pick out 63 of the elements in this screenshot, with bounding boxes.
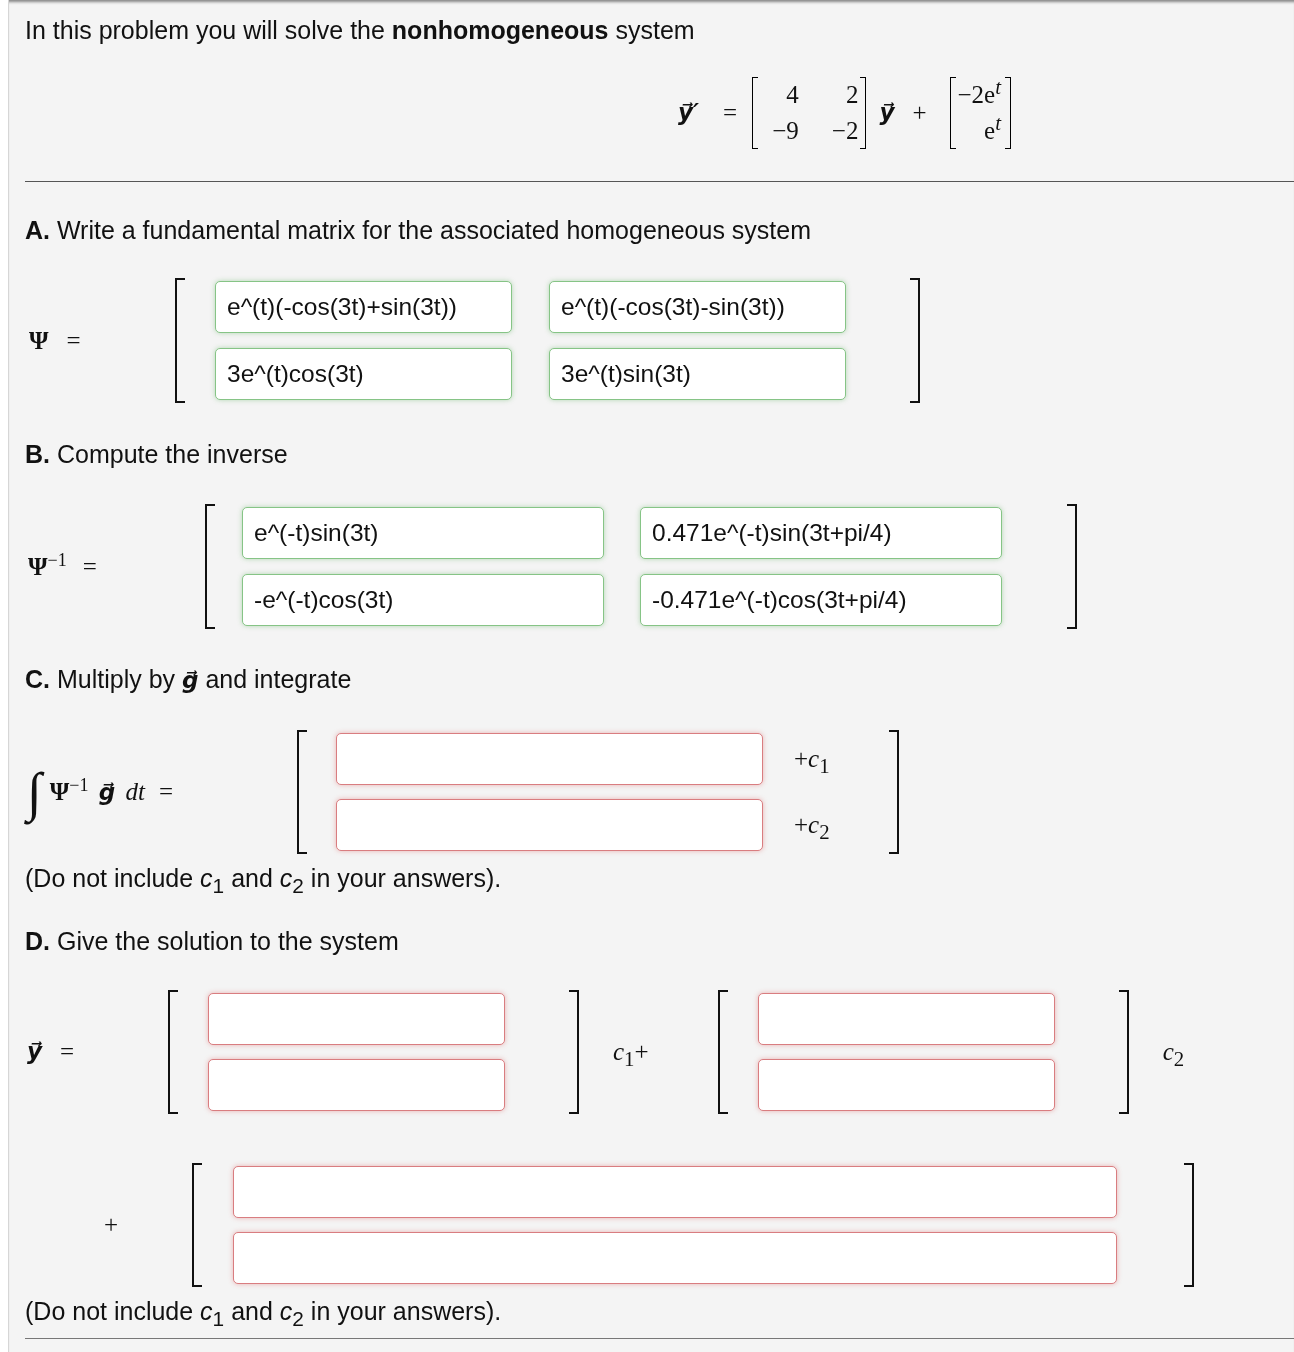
constant-term: +c$_{1}$ bbox=[794, 744, 830, 774]
left-bracket-icon bbox=[192, 1163, 202, 1287]
answer-field[interactable]: 3e^(t)cos(3t) bbox=[215, 348, 512, 400]
right-bracket-icon bbox=[910, 278, 920, 403]
answer-field[interactable] bbox=[336, 799, 763, 851]
integrand-expression: Ψ$^{−1}$ g⃗ dt bbox=[49, 777, 145, 807]
answer-field[interactable]: e^(t)(-cos(3t)+sin(3t)) bbox=[215, 281, 512, 333]
coefficient-text: c$_{2}$ bbox=[1162, 1037, 1185, 1067]
equals-sign: = bbox=[158, 777, 173, 807]
plus-sign: + bbox=[912, 98, 927, 128]
vector-symbol: y⃗ bbox=[27, 1038, 42, 1066]
left-bracket-icon bbox=[205, 504, 215, 629]
coefficient-text: c$_{1}$+ bbox=[613, 1037, 649, 1067]
left-bracket-icon bbox=[175, 278, 185, 403]
answer-field[interactable]: e^(-t)sin(3t) bbox=[242, 507, 604, 559]
left-bracket-icon bbox=[168, 990, 178, 1114]
right-bracket-icon bbox=[888, 730, 899, 854]
answer-field[interactable] bbox=[757, 1059, 1055, 1111]
right-bracket-icon bbox=[1184, 1163, 1194, 1287]
part-heading: D. Give the solution to the system bbox=[25, 927, 400, 955]
integral-sign: ∫ bbox=[25, 751, 46, 833]
answer-field[interactable] bbox=[208, 1059, 505, 1111]
inverse-psi-symbol: Ψ$^{−1}$ bbox=[28, 551, 67, 582]
equals-sign: = bbox=[723, 98, 738, 128]
answer-field[interactable]: 3e^(t)sin(3t) bbox=[549, 348, 846, 400]
equals-sign: = bbox=[60, 1037, 75, 1067]
answer-field[interactable] bbox=[336, 733, 763, 785]
answer-field[interactable]: -0.471e^(-t)cos(3t+pi/4) bbox=[640, 574, 1002, 626]
constant-term: +c$_{2}$ bbox=[794, 810, 830, 840]
vector-entry: e$^{t}$ bbox=[983, 113, 1001, 146]
answer-field[interactable] bbox=[233, 1232, 1117, 1284]
matrix-entry: −9 bbox=[772, 116, 799, 146]
answer-field[interactable] bbox=[757, 993, 1055, 1045]
answer-field[interactable]: -e^(-t)cos(3t) bbox=[242, 574, 604, 626]
right-bracket-icon bbox=[860, 77, 867, 149]
part-heading: C. Multiply by g⃗ and integrate bbox=[25, 665, 353, 694]
left-bracket-icon bbox=[949, 77, 956, 149]
matrix-entry: 4 bbox=[785, 80, 799, 110]
matrix-entry: −2 bbox=[831, 116, 859, 146]
left-bracket-icon bbox=[717, 990, 728, 1114]
part-heading: A. Write a fundamental matrix for the associated homogeneous system bbox=[25, 216, 813, 244]
intro-text: In this problem you will solve the nonhomogeneous system bbox=[25, 16, 696, 44]
part-heading: B. Compute the inverse bbox=[25, 440, 289, 468]
equals-sign: = bbox=[82, 551, 97, 582]
derivative-symbol: y⃗′ bbox=[678, 99, 700, 127]
equals-sign: = bbox=[66, 325, 81, 356]
plus-sign: + bbox=[104, 1210, 119, 1240]
right-bracket-icon bbox=[569, 990, 579, 1114]
vector-entry: −2e$^{t}$ bbox=[957, 77, 1001, 110]
answer-field[interactable]: e^(t)(-cos(3t)-sin(3t)) bbox=[549, 281, 846, 333]
note-text: (Do not include c$_{1}$ and c$_{2}$ in your answers). bbox=[25, 1297, 503, 1325]
psi-symbol: Ψ bbox=[29, 325, 49, 356]
matrix-entry: 2 bbox=[844, 80, 859, 110]
answer-field[interactable] bbox=[233, 1166, 1117, 1218]
note-text: (Do not include c$_{1}$ and c$_{2}$ in your answers). bbox=[25, 864, 503, 892]
right-bracket-icon bbox=[1118, 990, 1129, 1114]
vector-symbol: y⃗ bbox=[879, 99, 895, 127]
left-bracket-icon bbox=[752, 77, 759, 149]
left-bracket-icon bbox=[297, 730, 307, 854]
answer-field[interactable] bbox=[208, 993, 505, 1045]
right-bracket-icon bbox=[1005, 77, 1011, 149]
answer-field[interactable]: 0.471e^(-t)sin(3t+pi/4) bbox=[640, 507, 1002, 559]
right-bracket-icon bbox=[1067, 504, 1077, 629]
